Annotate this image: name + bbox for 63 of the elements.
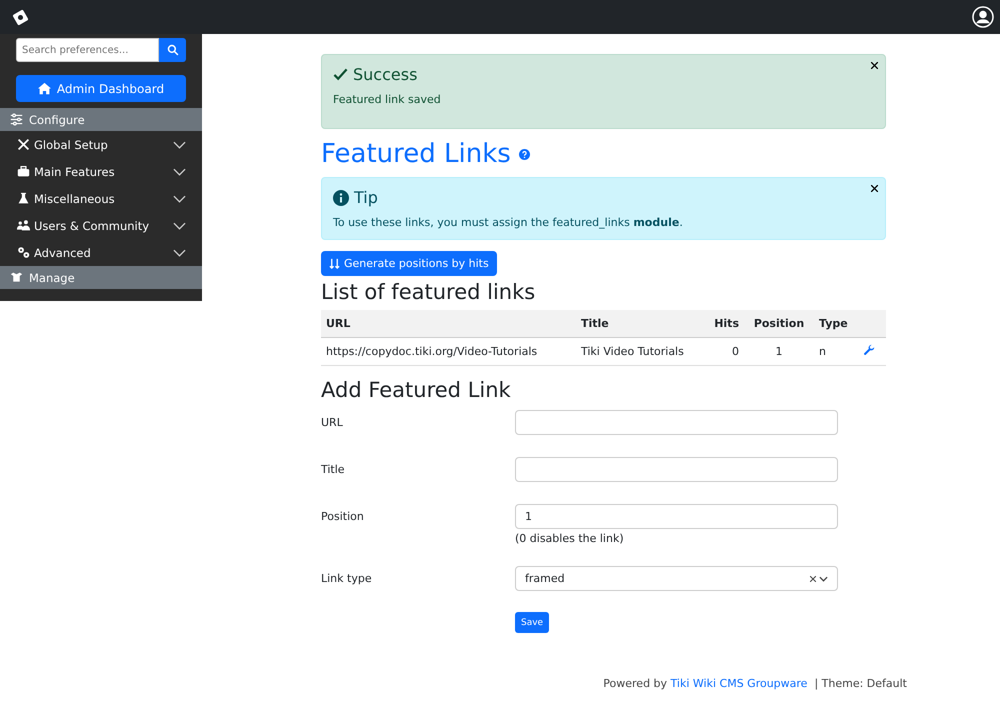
search-button[interactable] — [159, 38, 186, 62]
check-icon — [333, 67, 348, 82]
sliders-icon — [10, 113, 23, 126]
chevron-icon — [173, 168, 186, 176]
footer-link[interactable]: Tiki Wiki CMS Groupware — [670, 677, 808, 690]
wrench-icon[interactable] — [863, 344, 875, 356]
help-icon[interactable] — [518, 148, 530, 160]
save-button[interactable]: Save — [515, 612, 550, 633]
table-cell: https://copydoc.tiki.org/Video-Tutorials — [321, 338, 576, 366]
table-cell: Tiki Video Tutorials — [576, 338, 700, 366]
table-cell: 0 — [700, 338, 744, 366]
field-label: Title — [321, 462, 346, 476]
table-cell: 1 — [744, 338, 814, 366]
chevron-icon — [173, 248, 186, 256]
field-label: Link type — [321, 571, 373, 585]
search-icon — [166, 44, 178, 56]
input-field[interactable]: 1 — [515, 504, 838, 529]
table-cell: n — [814, 338, 858, 366]
search-field[interactable]: Search preferences... — [16, 38, 159, 62]
alert-title: Tip — [354, 188, 378, 207]
section-heading: Add Featured Link — [321, 378, 512, 402]
select-field[interactable]: framed — [515, 566, 838, 591]
chevron-icon — [173, 222, 186, 230]
home-icon — [38, 82, 51, 95]
field-hint: (0 disables the link) — [515, 532, 625, 545]
sidebar-item[interactable]: Main Features — [0, 158, 202, 185]
close-icon — [870, 184, 878, 192]
column-header: Hits — [700, 310, 744, 338]
sidebar-item[interactable]: Miscellaneous — [0, 185, 202, 212]
generate-button[interactable]: Generate positions by hits — [321, 251, 497, 276]
field-label: Position — [321, 509, 365, 523]
users-icon — [17, 219, 30, 232]
sidebar-section[interactable]: Manage — [0, 266, 202, 289]
flask-icon — [17, 192, 30, 205]
input-field[interactable] — [515, 457, 838, 482]
sidebar-item[interactable]: Users & Community — [0, 212, 202, 239]
alert-text: To use these links, you must assign the featured_links module. — [333, 216, 684, 229]
sidebar-item[interactable]: Global Setup — [0, 131, 202, 158]
sidebar-item[interactable]: Advanced — [0, 239, 202, 266]
info-icon — [333, 190, 349, 206]
column-header: Type — [814, 310, 858, 338]
section-heading: List of featured links — [321, 280, 536, 304]
close-icon — [870, 62, 878, 68]
alert-text: Featured link saved — [333, 93, 442, 106]
column-header: URL — [321, 310, 576, 338]
alert-title: Success — [353, 65, 418, 84]
toolbox-icon — [17, 165, 30, 178]
column-header: Position — [744, 310, 814, 338]
sort-icon — [329, 258, 340, 269]
page-title: Featured Links — [321, 139, 511, 169]
clear-icon[interactable] — [810, 576, 816, 582]
user-icon[interactable] — [972, 6, 994, 28]
tools-icon — [17, 138, 30, 151]
gears-icon — [17, 246, 30, 259]
chevron-icon — [819, 576, 828, 582]
dashboard-button[interactable]: Admin Dashboard — [16, 75, 186, 102]
chevron-icon — [173, 194, 186, 202]
footer-text: Powered by Tiki Wiki CMS Groupware | Theme: Default — [603, 677, 907, 690]
field-label: URL — [321, 415, 344, 429]
sidebar-section[interactable]: Configure — [0, 108, 202, 131]
column-header: Title — [576, 310, 700, 338]
chevron-icon — [173, 140, 186, 148]
input-field[interactable] — [515, 410, 838, 435]
